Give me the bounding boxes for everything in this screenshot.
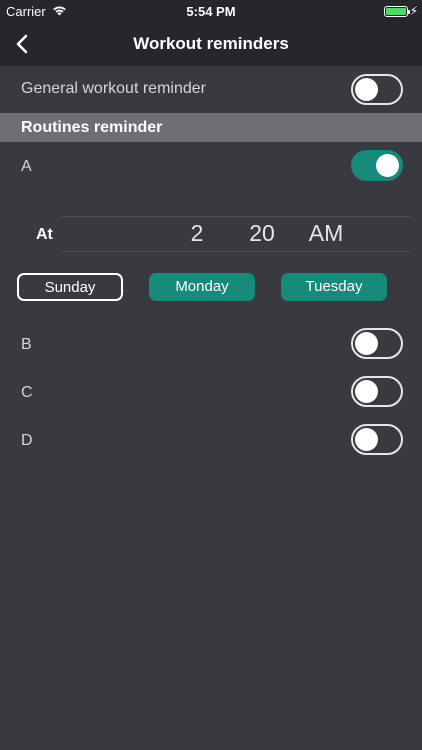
routine-label-a: A xyxy=(21,158,32,175)
routine-toggle-b[interactable] xyxy=(351,328,403,359)
battery-level-fill xyxy=(386,8,406,15)
picker-divider-top xyxy=(60,216,412,217)
routine-toggle-d[interactable] xyxy=(351,424,403,455)
routine-label-d: D xyxy=(21,432,33,449)
toggle-knob xyxy=(355,428,378,451)
page-title: Workout reminders xyxy=(133,34,289,53)
period-value: AM xyxy=(308,220,344,246)
battery-icon xyxy=(384,6,410,17)
time-picker-label: At xyxy=(36,226,53,243)
day-button-sunday[interactable]: Sunday xyxy=(17,273,123,301)
routine-row-c: C xyxy=(0,368,422,416)
routine-label-b: B xyxy=(21,336,32,353)
general-reminder-label: General workout reminder xyxy=(21,80,206,97)
day-button-tuesday[interactable]: Tuesday xyxy=(281,273,387,301)
clock-label: 5:54 PM xyxy=(186,4,236,19)
toggle-knob xyxy=(355,380,378,403)
routine-row-d: D xyxy=(0,416,422,464)
routine-row-a: A xyxy=(0,142,422,190)
day-button-monday[interactable]: Monday xyxy=(149,273,255,301)
general-reminder-toggle[interactable] xyxy=(351,74,403,105)
toggle-knob xyxy=(355,78,378,101)
general-reminder-row: General workout reminder xyxy=(0,66,422,113)
status-bar: Carrier 5:54 PM ⚡ xyxy=(0,0,422,22)
navigation-bar: Workout reminders xyxy=(0,22,422,66)
routine-toggle-a[interactable] xyxy=(351,150,403,181)
toggle-knob xyxy=(376,154,399,177)
routine-row-b: B xyxy=(0,320,422,368)
routine-toggle-c[interactable] xyxy=(351,376,403,407)
routines-section-header: Routines reminder xyxy=(0,113,422,142)
routine-label-c: C xyxy=(21,384,33,401)
hour-value: 2 xyxy=(190,220,204,246)
toggle-knob xyxy=(355,332,378,355)
routines-header-label: Routines reminder xyxy=(21,119,163,136)
minute-value: 20 xyxy=(249,220,275,246)
time-picker[interactable]: At 2 20 AM xyxy=(0,204,422,264)
picker-divider-bottom xyxy=(60,251,412,252)
charging-bolt-icon: ⚡ xyxy=(409,4,418,18)
